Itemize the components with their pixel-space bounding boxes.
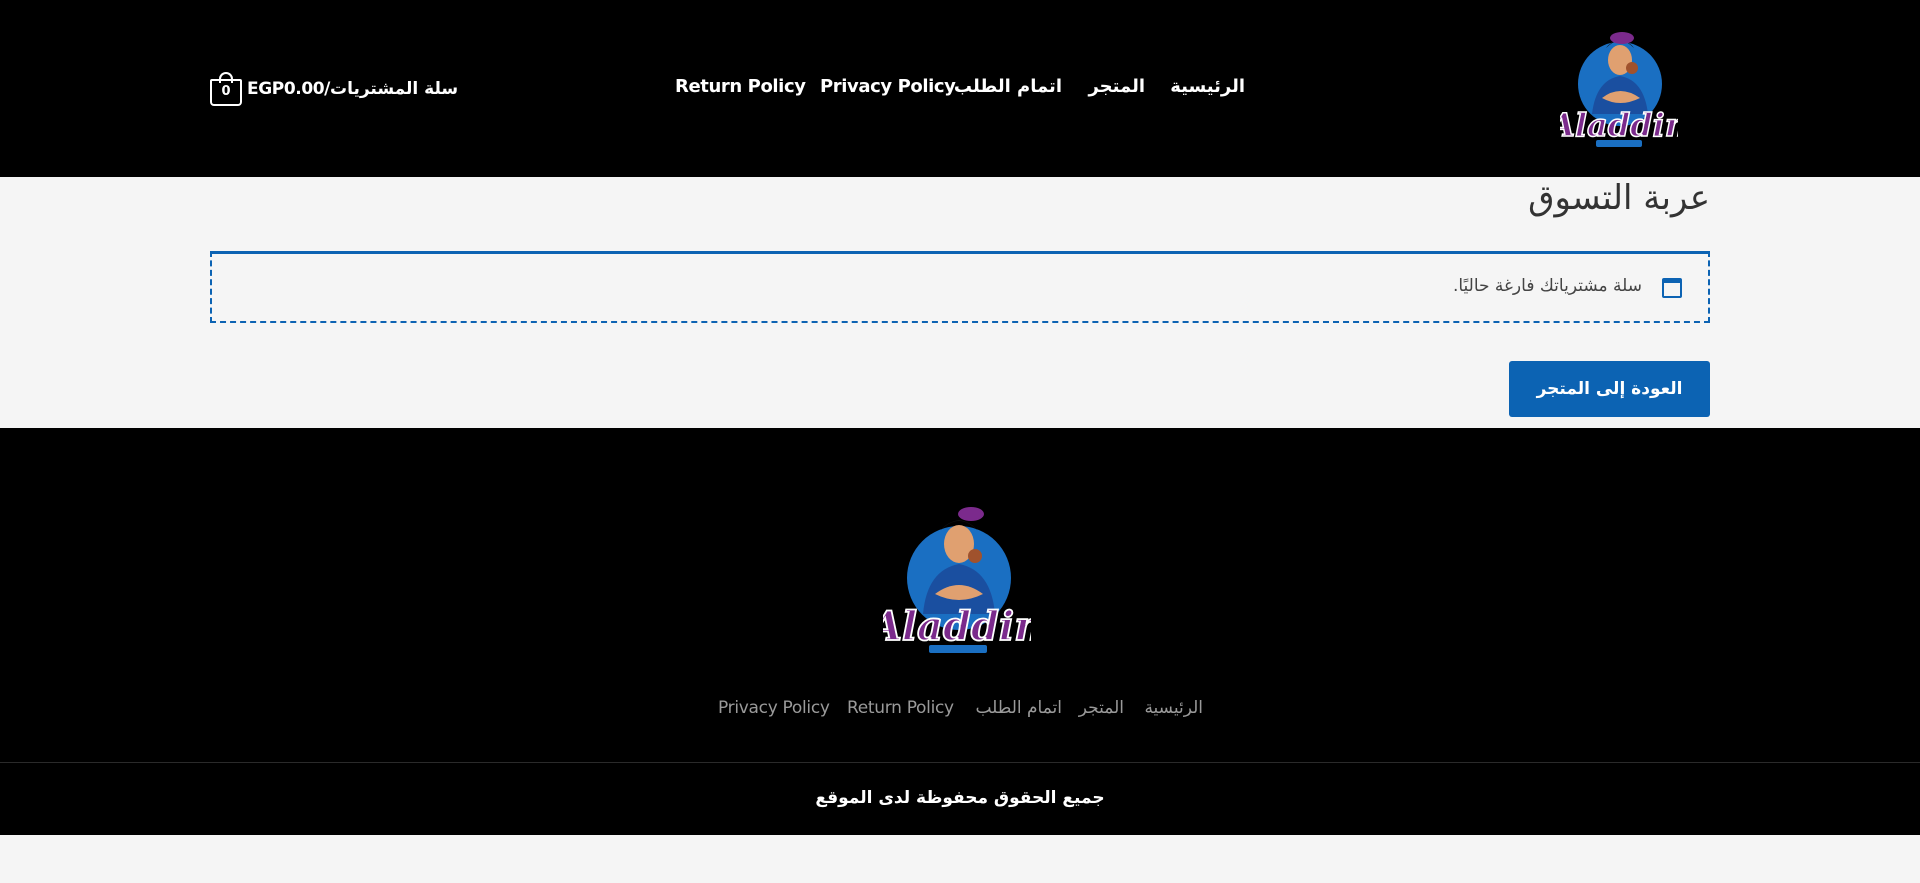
cart-count-badge: 0 <box>221 84 231 99</box>
footer-nav: الرئيسية المتجر اتمام الطلب Return Polic… <box>0 698 1920 726</box>
svg-text:Aladdin: Aladdin <box>883 603 1031 650</box>
footer-link-return-policy[interactable]: Return Policy <box>847 698 954 718</box>
nav-return-policy[interactable]: Return Policy <box>675 76 806 97</box>
footer-link-shop[interactable]: المتجر <box>1079 698 1125 718</box>
nav-shop[interactable]: المتجر <box>1088 76 1145 97</box>
page-title: عربة التسوق <box>1528 178 1710 218</box>
empty-cart-message: سلة مشترياتك فارغة حاليًا. <box>1452 276 1642 296</box>
svg-text:Aladdin: Aladdin <box>1560 106 1678 144</box>
footer-link-privacy-policy[interactable]: Privacy Policy <box>718 698 830 718</box>
window-icon <box>1662 278 1682 298</box>
nav-checkout[interactable]: اتمام الطلب <box>954 76 1062 97</box>
empty-cart-notice: سلة مشترياتك فارغة حاليًا. <box>210 251 1710 323</box>
footer-link-home[interactable]: الرئيسية <box>1144 698 1203 718</box>
aladdin-footer-logo[interactable]: Aladdin <box>883 494 1031 661</box>
header-cart-link[interactable]: 0 EGP0.00 / سلة المشتريات <box>209 72 459 106</box>
cart-label: سلة المشتريات <box>329 79 459 99</box>
cart-total: EGP0.00 <box>247 79 325 99</box>
site-footer: Aladdin الرئيسية المتجر اتمام الطلب Retu… <box>0 428 1920 835</box>
footer-divider <box>0 762 1920 763</box>
nav-privacy-policy[interactable]: Privacy Policy <box>820 76 956 97</box>
copyright-text: جميع الحقوق محفوظة لدى الموقع <box>815 788 1105 808</box>
footer-link-checkout[interactable]: اتمام الطلب <box>975 698 1062 718</box>
nav-home[interactable]: الرئيسية <box>1170 76 1245 97</box>
site-header: Aladdin الرئيسية المتجر اتمام الطلب Priv… <box>0 0 1920 177</box>
shopping-bag-icon: 0 <box>209 72 243 106</box>
return-to-shop-button[interactable]: العودة إلى المتجر <box>1509 361 1710 417</box>
